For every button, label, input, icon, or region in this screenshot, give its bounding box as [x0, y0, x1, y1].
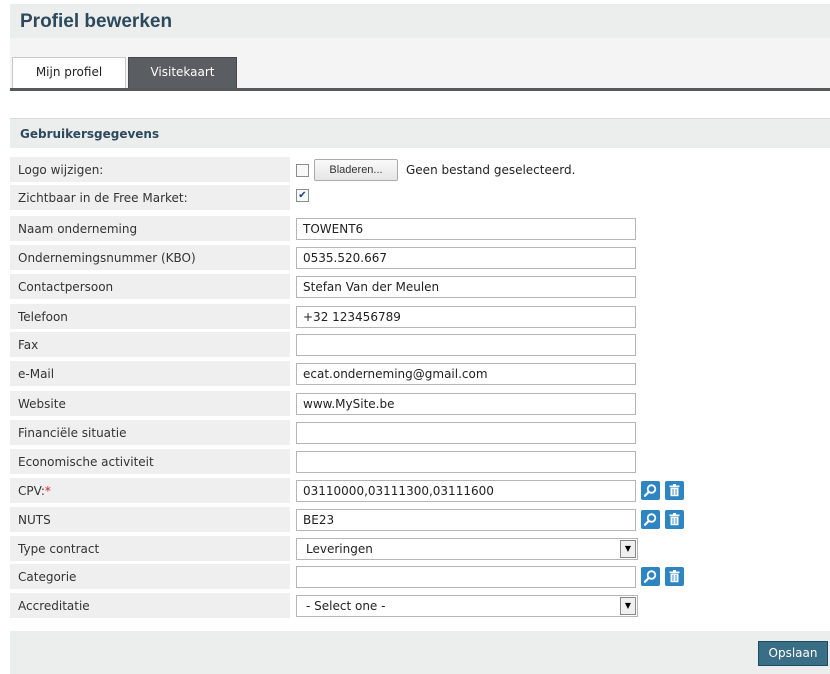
row-logo: Logo wijzigen: Bladeren... Geen bestand …: [10, 157, 830, 183]
kbo-label: Ondernemingsnummer (KBO): [10, 245, 290, 271]
categorie-input[interactable]: [296, 566, 636, 588]
nuts-label: NUTS: [10, 507, 290, 533]
cpv-label-text: CPV:: [18, 484, 45, 498]
page-header: Profiel bewerken: [10, 4, 830, 38]
trash-icon[interactable]: [665, 510, 684, 529]
free-market-checkbox[interactable]: ✔: [296, 189, 309, 202]
row-telefoon: Telefoon +32 123456789: [10, 304, 830, 330]
fax-label: Fax: [10, 332, 290, 358]
row-financieel: Financiële situatie: [10, 420, 830, 446]
kbo-input[interactable]: 0535.520.667: [296, 247, 636, 269]
trash-icon[interactable]: [665, 567, 684, 586]
website-input[interactable]: www.MySite.be: [296, 393, 636, 415]
naam-input[interactable]: TOWENT6: [296, 218, 636, 240]
financieel-input[interactable]: [296, 422, 636, 444]
magnifier-icon[interactable]: [641, 510, 660, 529]
browse-button[interactable]: Bladeren...: [314, 159, 398, 181]
tab-mijn-profiel[interactable]: Mijn profiel: [12, 57, 126, 88]
tab-underline: [10, 88, 830, 91]
contact-input[interactable]: Stefan Van der Meulen: [296, 276, 636, 298]
dropdown-arrow-icon[interactable]: ▼: [620, 540, 636, 558]
row-contact: Contactpersoon Stefan Van der Meulen: [10, 274, 830, 300]
section-header: Gebruikersgegevens: [10, 118, 830, 148]
row-fax: Fax: [10, 332, 830, 358]
row-categorie: Categorie: [10, 564, 830, 590]
magnifier-icon[interactable]: [641, 567, 660, 586]
free-market-label: Zichtbaar in de Free Market:: [10, 185, 290, 211]
row-type-contract: Type contract Leveringen ▼: [10, 536, 830, 562]
website-label: Website: [10, 391, 290, 417]
logo-label: Logo wijzigen:: [10, 157, 290, 183]
section-title: Gebruikersgegevens: [20, 127, 160, 141]
row-accreditatie: Accreditatie - Select one - ▼: [10, 593, 830, 619]
row-nuts: NUTS BE23: [10, 507, 830, 533]
naam-label: Naam onderneming: [10, 216, 290, 242]
row-email: e-Mail ecat.onderneming@gmail.com: [10, 361, 830, 387]
magnifier-icon[interactable]: [641, 481, 660, 500]
contact-label: Contactpersoon: [10, 274, 290, 300]
logo-remove-checkbox[interactable]: [296, 164, 309, 177]
economisch-label: Economische activiteit: [10, 449, 290, 475]
accreditatie-select[interactable]: - Select one - ▼: [296, 595, 638, 617]
row-economisch: Economische activiteit: [10, 449, 830, 475]
telefoon-input[interactable]: +32 123456789: [296, 306, 636, 328]
file-status-text: Geen bestand geselecteerd.: [406, 163, 576, 177]
cpv-input[interactable]: 03110000,03111300,03111600: [296, 480, 636, 502]
row-free-market: Zichtbaar in de Free Market: ✔: [10, 185, 830, 211]
row-naam: Naam onderneming TOWENT6: [10, 216, 830, 242]
accreditatie-value: - Select one -: [306, 599, 386, 613]
accreditatie-label: Accreditatie: [10, 593, 290, 619]
nuts-input[interactable]: BE23: [296, 509, 636, 531]
row-kbo: Ondernemingsnummer (KBO) 0535.520.667: [10, 245, 830, 271]
telefoon-label: Telefoon: [10, 304, 290, 330]
categorie-label: Categorie: [10, 564, 290, 590]
page-title: Profiel bewerken: [20, 11, 173, 32]
type-contract-value: Leveringen: [306, 542, 373, 556]
dropdown-arrow-icon[interactable]: ▼: [620, 597, 636, 615]
trash-icon[interactable]: [665, 481, 684, 500]
email-input[interactable]: ecat.onderneming@gmail.com: [296, 363, 636, 385]
financieel-label: Financiële situatie: [10, 420, 290, 446]
type-contract-label: Type contract: [10, 536, 290, 562]
tab-visitekaart[interactable]: Visitekaart: [128, 57, 237, 88]
economisch-input[interactable]: [296, 451, 636, 473]
email-label: e-Mail: [10, 361, 290, 387]
cpv-label: CPV:*: [10, 478, 290, 504]
form-footer: [10, 631, 830, 674]
row-website: Website www.MySite.be: [10, 391, 830, 417]
type-contract-select[interactable]: Leveringen ▼: [296, 538, 638, 560]
fax-input[interactable]: [296, 334, 636, 356]
save-button[interactable]: Opslaan: [758, 641, 828, 666]
required-marker: *: [44, 484, 51, 498]
row-cpv: CPV:* 03110000,03111300,03111600: [10, 478, 830, 504]
